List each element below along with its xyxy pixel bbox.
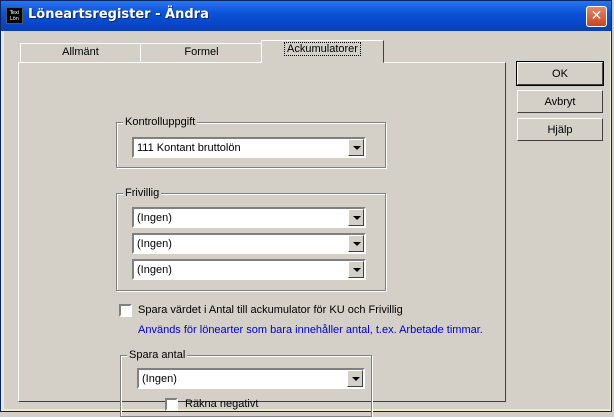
close-icon: ✕: [590, 8, 603, 24]
kontrolluppgift-select[interactable]: 111 Kontant bruttolön: [132, 137, 366, 158]
tab-label: Allmänt: [62, 46, 99, 58]
frivillig-select-2[interactable]: (Ingen): [132, 233, 366, 254]
kontrolluppgift-value: 111 Kontant bruttolön: [137, 142, 241, 154]
ok-button[interactable]: OK: [516, 61, 604, 86]
spara-varde-checkbox[interactable]: [119, 304, 132, 317]
chevron-down-icon[interactable]: [347, 370, 363, 387]
spara-varde-hint: Används för lönearter som bara innehålle…: [138, 324, 483, 336]
tab-formel[interactable]: Formel: [140, 43, 263, 62]
tab-ackumulatorer[interactable]: Ackumulatorer: [261, 40, 384, 63]
app-icon-text-bottom: Lön: [10, 16, 19, 22]
group-label-kontrolluppgift: Kontrolluppgift: [123, 116, 198, 129]
dialog-window: Texi Lön Löneartsregister - Ändra ✕ Allm…: [0, 0, 612, 417]
frivillig-value: (Ingen): [137, 264, 172, 276]
chevron-down-icon[interactable]: [348, 139, 364, 156]
tab-allmant[interactable]: Allmänt: [20, 43, 141, 62]
spara-varde-label[interactable]: Spara värdet i Antal till ackumulator fö…: [138, 304, 403, 317]
dialog-client-area: Allmänt Formel Ackumulatorer Kontrollupp…: [4, 31, 610, 417]
frivillig-value: (Ingen): [137, 238, 172, 250]
group-label-spara-antal: Spara antal: [127, 349, 188, 362]
spara-antal-value: (Ingen): [142, 373, 177, 385]
help-button[interactable]: Hjälp: [517, 118, 603, 141]
tab-label: Formel: [184, 46, 219, 58]
close-button[interactable]: ✕: [586, 6, 607, 27]
chevron-down-icon[interactable]: [348, 209, 364, 226]
spara-antal-select[interactable]: (Ingen): [137, 368, 365, 389]
window-title: Löneartsregister - Ändra: [28, 7, 209, 22]
chevron-down-icon[interactable]: [348, 261, 364, 278]
rakna-negativt-label[interactable]: Räkna negativt: [185, 398, 258, 411]
group-kontrolluppgift: Kontrolluppgift 111 Kontant bruttolön: [116, 116, 386, 168]
tab-panel-ackumulatorer: Kontrolluppgift 111 Kontant bruttolön Fr…: [18, 62, 506, 417]
frivillig-select-3[interactable]: (Ingen): [132, 259, 366, 280]
rakna-negativt-checkbox[interactable]: [165, 398, 178, 411]
group-label-frivillig: Frivillig: [123, 187, 162, 200]
group-spara-antal: Spara antal (Ingen) Räkna negativt: [120, 349, 372, 417]
cancel-button[interactable]: Avbryt: [517, 90, 603, 113]
tab-label: Ackumulatorer: [284, 42, 361, 56]
frivillig-select-1[interactable]: (Ingen): [132, 207, 366, 228]
app-icon: Texi Lön: [6, 7, 23, 24]
group-frivillig: Frivillig (Ingen) (Ingen) (Ingen): [116, 187, 386, 291]
title-bar[interactable]: Texi Lön Löneartsregister - Ändra ✕: [1, 1, 611, 31]
chevron-down-icon[interactable]: [348, 235, 364, 252]
frivillig-value: (Ingen): [137, 212, 172, 224]
